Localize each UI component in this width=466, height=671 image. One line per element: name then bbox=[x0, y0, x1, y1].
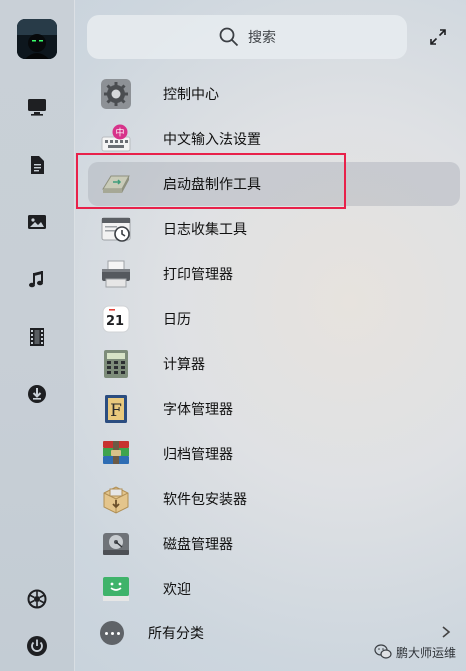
app-label: 日历 bbox=[163, 312, 191, 328]
font-glyph: F bbox=[110, 401, 122, 421]
computer-icon[interactable] bbox=[23, 93, 51, 121]
more-icon bbox=[100, 621, 124, 645]
app-label: 软件包安装器 bbox=[163, 492, 247, 508]
app-item-ime-settings[interactable]: 中 中文输入法设置 bbox=[88, 117, 460, 161]
app-label: 启动盘制作工具 bbox=[163, 177, 261, 193]
app-item-disk-manager[interactable]: 磁盘管理器 bbox=[88, 522, 460, 566]
usb-drive-icon bbox=[102, 175, 130, 193]
all-categories-label: 所有分类 bbox=[148, 626, 204, 642]
app-label: 欢迎 bbox=[163, 582, 191, 598]
ime-badge: 中 bbox=[115, 127, 124, 139]
music-icon[interactable] bbox=[23, 266, 51, 294]
gear-icon bbox=[101, 79, 131, 109]
launcher-window: 搜索 控制中心 中 中文输入法设置 启动盘制作工具 日志收集工具 打印管理器 2… bbox=[0, 0, 466, 671]
app-item-welcome[interactable]: 欢迎 bbox=[88, 567, 460, 611]
calculator-icon bbox=[104, 350, 128, 378]
archive-icon bbox=[103, 441, 129, 464]
welcome-icon bbox=[103, 577, 129, 601]
app-label: 中文输入法设置 bbox=[163, 132, 261, 148]
disk-icon bbox=[103, 533, 129, 555]
download-icon[interactable] bbox=[23, 380, 51, 408]
video-icon[interactable] bbox=[23, 323, 51, 351]
fullscreen-icon[interactable] bbox=[428, 27, 448, 47]
app-label: 计算器 bbox=[163, 357, 205, 373]
power-icon[interactable] bbox=[23, 632, 51, 660]
calendar-day: 21 bbox=[106, 314, 124, 329]
app-label: 磁盘管理器 bbox=[163, 537, 233, 553]
app-label: 日志收集工具 bbox=[163, 222, 247, 238]
keyboard-ime-icon: 中 bbox=[101, 124, 131, 152]
font-book-icon: F bbox=[105, 395, 127, 423]
left-dock bbox=[0, 0, 75, 671]
app-item-archive-manager[interactable]: 归档管理器 bbox=[88, 432, 460, 476]
app-item-calculator[interactable]: 计算器 bbox=[88, 342, 460, 386]
app-item-calendar[interactable]: 21 日历 bbox=[88, 297, 460, 341]
settings-icon[interactable] bbox=[23, 585, 51, 613]
app-label: 打印管理器 bbox=[163, 267, 233, 283]
app-item-log-collector[interactable]: 日志收集工具 bbox=[88, 207, 460, 251]
wechat-icon bbox=[374, 644, 392, 659]
app-item-boot-maker[interactable]: 启动盘制作工具 bbox=[88, 162, 460, 206]
avatar[interactable] bbox=[17, 19, 57, 59]
document-icon[interactable] bbox=[23, 151, 51, 179]
app-item-print-manager[interactable]: 打印管理器 bbox=[88, 252, 460, 296]
app-item-control-center[interactable]: 控制中心 bbox=[88, 72, 460, 116]
watermark-text: 鹏大师运维 bbox=[396, 645, 457, 660]
search-box[interactable]: 搜索 bbox=[87, 15, 407, 59]
printer-icon bbox=[102, 260, 130, 288]
package-icon bbox=[103, 486, 129, 514]
app-item-package-installer[interactable]: 软件包安装器 bbox=[88, 477, 460, 521]
chevron-right-icon bbox=[442, 626, 451, 638]
app-item-font-manager[interactable]: F 字体管理器 bbox=[88, 387, 460, 431]
search-icon bbox=[219, 27, 239, 47]
search-placeholder: 搜索 bbox=[248, 30, 276, 46]
calendar-icon: 21 bbox=[102, 305, 130, 333]
app-label: 归档管理器 bbox=[163, 447, 233, 463]
app-label: 字体管理器 bbox=[163, 402, 233, 418]
log-clock-icon bbox=[101, 217, 131, 242]
watermark: 鹏大师运维 bbox=[374, 640, 456, 664]
picture-icon[interactable] bbox=[23, 208, 51, 236]
app-label: 控制中心 bbox=[163, 87, 219, 103]
